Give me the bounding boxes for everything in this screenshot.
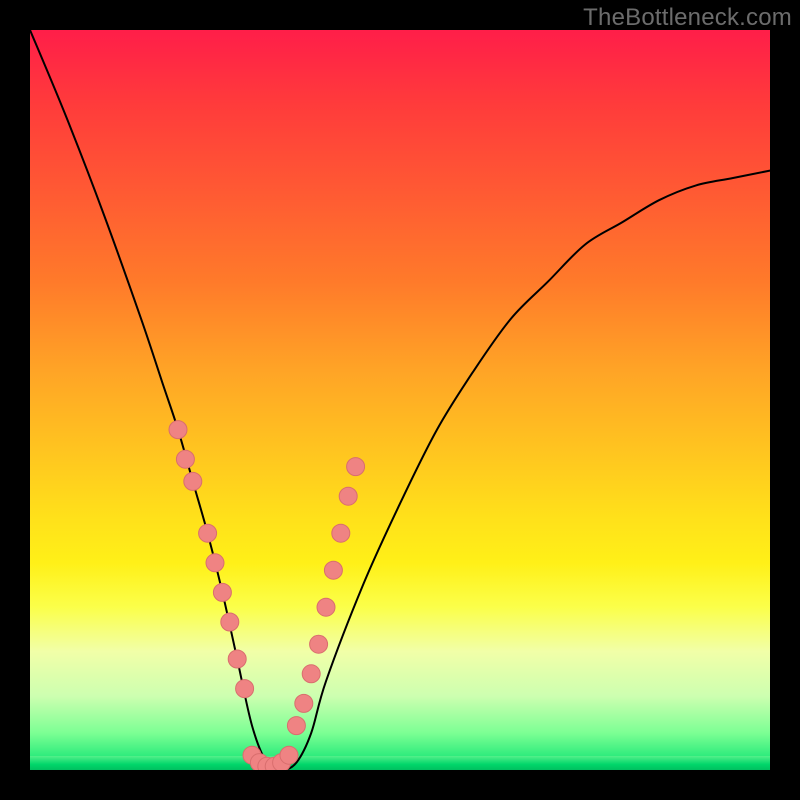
curve-marker-dot: [184, 472, 202, 490]
curve-marker-dot: [302, 665, 320, 683]
curve-marker-dot: [169, 421, 187, 439]
curve-marker-dot: [206, 554, 224, 572]
bottleneck-curve: [30, 30, 770, 770]
curve-marker-dot: [287, 717, 305, 735]
curve-marker-dot: [295, 694, 313, 712]
curve-path: [30, 30, 770, 770]
curve-marker-dot: [347, 458, 365, 476]
curve-marker-dot: [199, 524, 217, 542]
plot-area: [30, 30, 770, 770]
curve-marker-dot: [339, 487, 357, 505]
curve-marker-dot: [324, 561, 342, 579]
chart-stage: TheBottleneck.com: [0, 0, 800, 800]
curve-marker-dot: [221, 613, 239, 631]
curve-marker-dot: [228, 650, 246, 668]
curve-marker-dot: [317, 598, 335, 616]
curve-marker-dot: [280, 746, 298, 764]
curve-marker-dot: [236, 680, 254, 698]
curve-marker-dot: [213, 583, 231, 601]
curve-markers: [169, 421, 365, 770]
curve-marker-dot: [332, 524, 350, 542]
curve-marker-dot: [310, 635, 328, 653]
curve-marker-dot: [176, 450, 194, 468]
watermark-text: TheBottleneck.com: [583, 4, 792, 32]
